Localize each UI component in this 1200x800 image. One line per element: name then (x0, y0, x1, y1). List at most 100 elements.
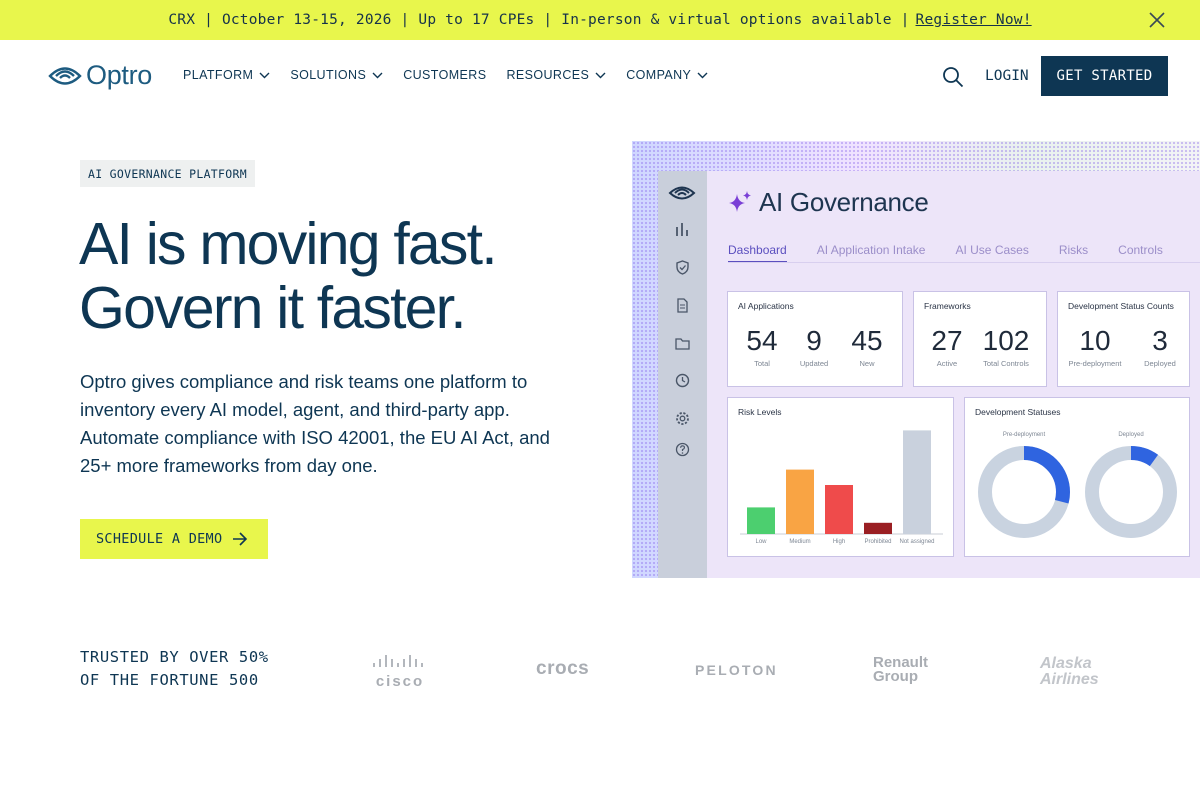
register-now-link[interactable]: Register Now! (916, 12, 1032, 28)
card-title: Frameworks (924, 301, 971, 311)
nav-label: COMPANY (626, 68, 692, 82)
stat-value: 54 (746, 325, 778, 356)
close-icon[interactable] (1148, 11, 1166, 29)
tab-dashboard[interactable]: Dashboard (728, 243, 787, 263)
help-icon (675, 442, 690, 457)
frameworks-card: Frameworks 27 Active 102 Total Controls (913, 291, 1047, 387)
gear-icon (676, 412, 689, 425)
stat-updated: 9 Updated (794, 325, 834, 369)
alaska-airlines-logo: Alaska Airlines (1040, 655, 1099, 688)
risk-levels-card: Risk Levels Low Medium High Prohibited Not a… (727, 397, 954, 557)
renault-group-logo: Renault Group (873, 654, 929, 685)
crocs-logo: crocs (536, 658, 590, 679)
stat-value: 45 (851, 325, 883, 356)
trusted-by-text: TRUSTED BY OVER 50% OF THE FORTUNE 500 (80, 646, 269, 692)
stat-label: Deployed (1144, 359, 1176, 368)
nav-item-company[interactable]: COMPANY (626, 68, 708, 82)
nav-item-platform[interactable]: PLATFORM (183, 68, 270, 82)
hero-eyebrow: AI GOVERNANCE PLATFORM (80, 160, 255, 187)
dashboard-panel: AI Governance Dashboard AI Application I… (707, 171, 1200, 578)
risk-bar-low (747, 507, 775, 534)
brand-name: Optro (86, 60, 153, 90)
nav-label: PLATFORM (183, 68, 254, 82)
dashboard-preview: AI Governance Dashboard AI Application I… (632, 141, 1200, 578)
get-started-button[interactable]: GET STARTED (1041, 56, 1168, 96)
card-title: Development Status Counts (1068, 301, 1174, 311)
nav-item-customers[interactable]: CUSTOMERS (403, 68, 486, 82)
ai-applications-card: AI Applications 54 Total 9 Updated 45 Ne… (727, 291, 903, 387)
chevron-down-icon (259, 72, 270, 78)
risk-bar-label: Low (755, 539, 767, 545)
folder-icon (675, 338, 690, 350)
chevron-down-icon (595, 72, 606, 78)
tab-divider (728, 262, 1200, 263)
optro-eye-icon (48, 66, 82, 85)
donut-track (1085, 446, 1177, 538)
dashboard-tabs: Dashboard AI Application Intake AI Use C… (728, 243, 1193, 263)
development-status-counts-card: Development Status Counts 10 Pre-deploym… (1057, 291, 1190, 387)
risk-bar-not-assigned (903, 430, 931, 534)
search-icon[interactable] (942, 66, 964, 88)
hero-lead: Optro gives compliance and risk teams on… (80, 371, 550, 476)
trusted-line1: TRUSTED BY OVER 50% (80, 648, 269, 666)
stat-deployed: 3 Deployed (1140, 325, 1180, 369)
chevron-down-icon (372, 72, 383, 78)
stat-pre-deployment: 10 Pre-deployment (1064, 325, 1126, 369)
tab-controls[interactable]: Controls (1118, 243, 1163, 263)
announcement-bar: CRX | October 13-15, 2026 | Up to 17 CPE… (0, 0, 1200, 40)
stat-value: 3 (1152, 325, 1168, 356)
risk-bar-label: Medium (789, 539, 810, 545)
arrow-right-icon (233, 532, 248, 546)
hero-title: AI is moving fast. Govern it faster. (79, 211, 498, 341)
nav-label: CUSTOMERS (403, 68, 487, 82)
bar-chart-icon (676, 223, 688, 236)
sparkle-icon (729, 190, 751, 212)
shield-icon (676, 260, 689, 275)
card-title: AI Applications (738, 301, 794, 311)
stat-new: 45 New (847, 325, 887, 369)
stat-label: Total Controls (983, 359, 1029, 368)
stat-value: 9 (806, 325, 822, 356)
peloton-logo: PELOTON (695, 662, 778, 678)
stat-value: 102 (982, 325, 1030, 356)
risk-bar-prohibited (864, 522, 892, 534)
nav-item-resources[interactable]: RESOURCES (506, 68, 606, 82)
dashboard-title: AI Governance (727, 187, 929, 218)
trusted-line2: OF THE FORTUNE 500 (80, 671, 259, 689)
tab-ai-use-cases[interactable]: AI Use Cases (955, 243, 1028, 263)
tab-risks[interactable]: Risks (1059, 243, 1088, 263)
dashboard-title-text: AI Governance (759, 187, 929, 217)
chevron-down-icon (697, 72, 708, 78)
stat-label: Pre-deployment (1068, 359, 1122, 368)
stat-active: 27 Active (926, 325, 968, 369)
development-statuses-card: Development Statuses Pre-deployment Depl… (964, 397, 1190, 557)
stat-total: 54 Total (742, 325, 782, 369)
cisco-wordmark: cisco (375, 673, 425, 690)
stat-total-controls: 102 Total Controls (976, 325, 1036, 369)
dashboard-sidebar (658, 171, 707, 578)
optro-logo[interactable]: Optro (48, 60, 152, 91)
stat-label: Updated (799, 359, 829, 368)
risk-bar-high (825, 485, 853, 534)
development-statuses-donuts (978, 446, 1177, 538)
hero-title-line1: AI is moving fast. (79, 211, 498, 277)
login-link[interactable]: LOGIN (985, 68, 1029, 84)
announcement-text: CRX | October 13-15, 2026 | Up to 17 CPE… (168, 12, 910, 28)
stat-label: Total (754, 359, 770, 368)
tab-ai-application-intake[interactable]: AI Application Intake (817, 243, 926, 263)
risk-levels-bar-chart: Low Medium High Prohibited Not assigned (740, 430, 943, 545)
clock-icon (675, 373, 690, 388)
risk-bar-label: High (833, 539, 845, 545)
optro-eye-icon (668, 186, 696, 200)
hero-title-line2: Govern it faster. (79, 275, 467, 341)
schedule-demo-button[interactable]: SCHEDULE A DEMO (80, 519, 268, 559)
nav-menu: PLATFORM SOLUTIONS CUSTOMERS RESOURCES C… (183, 68, 728, 82)
document-icon (677, 298, 688, 313)
schedule-demo-label: SCHEDULE A DEMO (96, 531, 223, 547)
stat-value: 10 (1079, 325, 1111, 356)
stat-value: 27 (931, 325, 963, 356)
nav-label: RESOURCES (506, 68, 590, 82)
stat-label: Active (936, 359, 958, 368)
stat-label: New (859, 359, 875, 368)
nav-item-solutions[interactable]: SOLUTIONS (290, 68, 383, 82)
